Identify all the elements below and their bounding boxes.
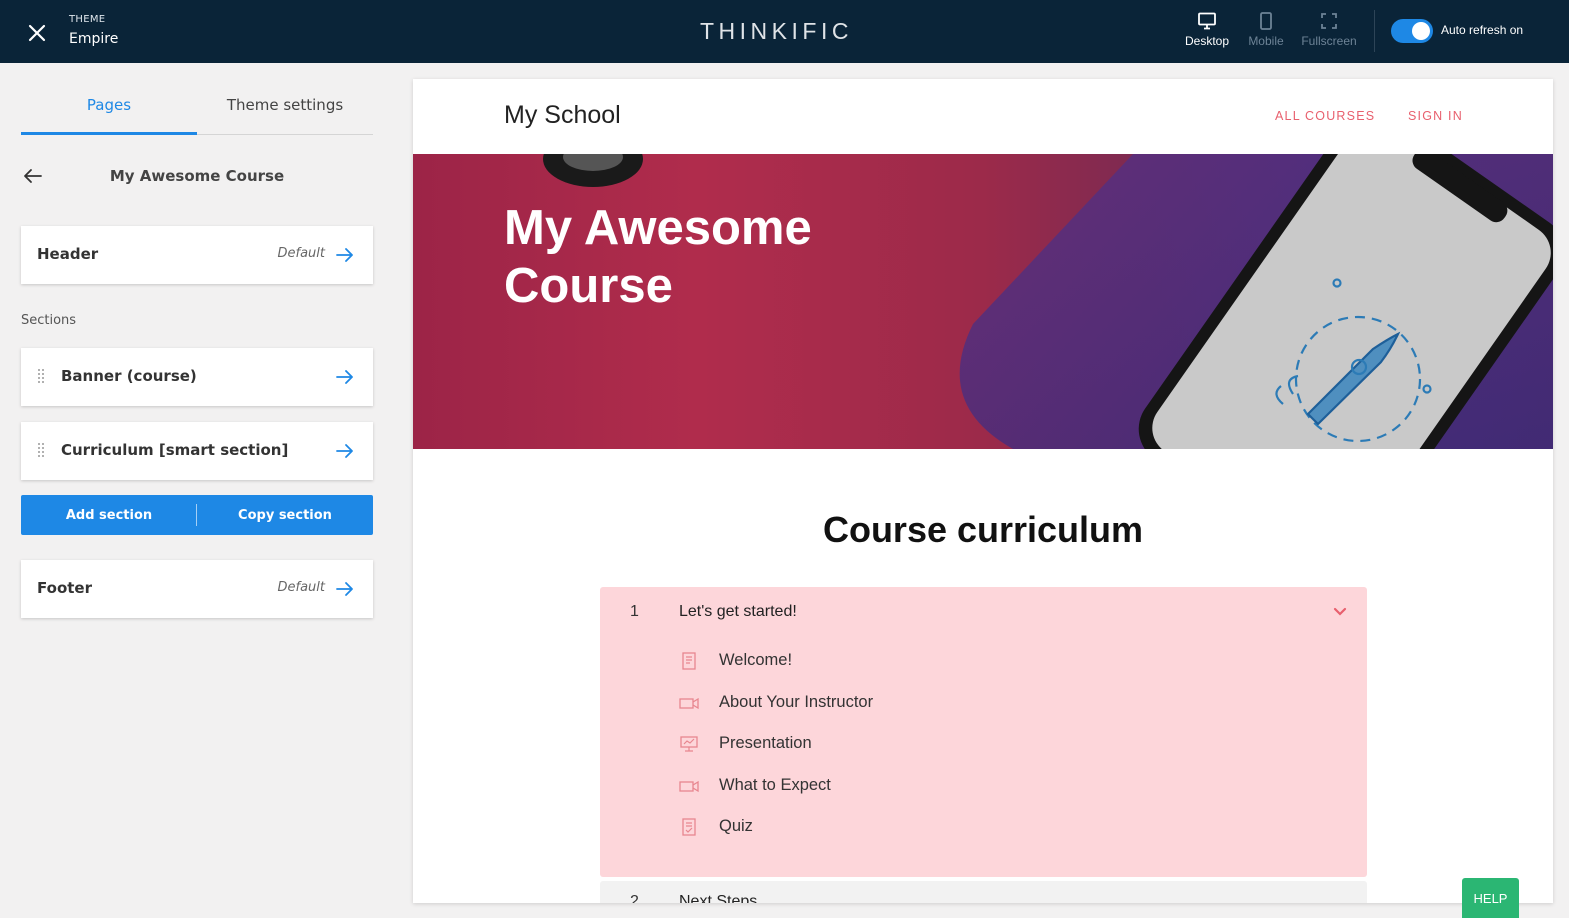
view-fullscreen-label: Fullscreen <box>1301 34 1357 48</box>
chevron-down-icon[interactable] <box>1333 607 1347 617</box>
arrow-right-icon <box>336 370 353 384</box>
lesson-item[interactable]: Welcome! <box>679 649 1279 673</box>
nav-sign-in[interactable]: SIGN IN <box>1408 109 1463 123</box>
brand-logo: THINKIFIC <box>700 18 853 44</box>
view-mobile-label: Mobile <box>1248 34 1284 48</box>
video-lesson-icon <box>679 780 699 793</box>
toggle-knob <box>1412 22 1430 40</box>
school-name[interactable]: My School <box>504 101 621 130</box>
quiz-lesson-icon <box>682 818 696 836</box>
sidebar-tabs: Pages Theme settings <box>21 83 373 135</box>
section-card-banner[interactable]: Banner (course) <box>21 348 373 406</box>
view-fullscreen-button[interactable]: Fullscreen <box>1298 12 1360 54</box>
section-card-title: Banner (course) <box>61 367 197 385</box>
copy-section-button[interactable]: Copy section <box>197 495 373 535</box>
tab-theme-settings[interactable]: Theme settings <box>197 83 373 135</box>
theme-name: Empire <box>69 31 119 47</box>
tab-pages[interactable]: Pages <box>21 83 197 135</box>
editor-sidebar: Pages Theme settings My Awesome Course H… <box>0 63 394 918</box>
theme-info: THEME Empire <box>69 14 118 47</box>
text-lesson-icon <box>682 652 696 670</box>
chapter-title: Next Steps <box>679 893 758 903</box>
banner-title: My Awesome Course <box>504 201 812 313</box>
arrow-right-icon <box>336 444 353 458</box>
nav-all-courses[interactable]: ALL COURSES <box>1275 109 1375 123</box>
lesson-title: Welcome! <box>719 651 793 669</box>
editor-topbar: THEME Empire THINKIFIC Desktop Mobile Fu… <box>0 0 1569 63</box>
fullscreen-icon <box>1321 13 1337 29</box>
page-header-row: My Awesome Course <box>21 161 373 191</box>
drag-handle-icon[interactable] <box>37 442 45 458</box>
section-card-curriculum[interactable]: Curriculum [smart section] <box>21 422 373 480</box>
arrow-left-icon <box>24 169 42 183</box>
footer-card[interactable]: Footer Default <box>21 560 373 618</box>
lesson-title: What to Expect <box>719 776 831 794</box>
lesson-item[interactable]: About Your Instructor <box>679 691 1279 715</box>
add-section-button[interactable]: Add section <box>21 495 197 535</box>
lesson-title: Quiz <box>719 817 753 835</box>
lesson-title: About Your Instructor <box>719 693 874 711</box>
lesson-title: Presentation <box>719 734 812 752</box>
chapter-number: 1 <box>630 603 639 620</box>
section-actions: Add section Copy section <box>21 495 373 535</box>
section-card-title: Curriculum [smart section] <box>61 441 289 459</box>
footer-card-default: Default <box>277 580 326 595</box>
footer-card-title: Footer <box>37 579 92 597</box>
close-editor-button[interactable] <box>22 18 52 48</box>
chapter-item[interactable]: 2 Next Steps <box>600 881 1367 903</box>
auto-refresh-label: Auto refresh on <box>1441 23 1524 37</box>
view-desktop-button[interactable]: Desktop <box>1177 12 1237 54</box>
topbar-divider <box>1374 10 1375 52</box>
back-button[interactable] <box>21 165 45 187</box>
desktop-icon <box>1198 12 1216 30</box>
mobile-icon <box>1260 12 1272 30</box>
header-card[interactable]: Header Default <box>21 226 373 284</box>
page-title: My Awesome Course <box>109 167 285 185</box>
lesson-item[interactable]: Presentation <box>679 732 1279 756</box>
view-desktop-label: Desktop <box>1184 34 1230 48</box>
chapter-number: 2 <box>630 893 639 903</box>
site-preview: My School ALL COURSES SIGN IN My Awesome… <box>413 79 1553 903</box>
help-button[interactable]: HELP <box>1462 878 1519 918</box>
sections-label: Sections <box>21 313 77 328</box>
drag-handle-icon[interactable] <box>37 368 45 384</box>
arrow-right-icon <box>336 582 353 596</box>
lesson-item[interactable]: What to Expect <box>679 774 1279 798</box>
presentation-lesson-icon <box>680 736 698 752</box>
arrow-right-icon <box>336 248 353 262</box>
header-card-default: Default <box>277 246 326 261</box>
video-lesson-icon <box>679 697 699 710</box>
header-card-title: Header <box>37 245 99 263</box>
chapter-title: Let's get started! <box>679 603 797 620</box>
lesson-item[interactable]: Quiz <box>679 815 1279 839</box>
theme-label: THEME <box>69 14 106 25</box>
chapter-item[interactable]: 1 Let's get started! Welcome! About Your… <box>600 587 1367 877</box>
curriculum-title: Course curriculum <box>822 509 1144 550</box>
view-mobile-button[interactable]: Mobile <box>1236 12 1296 54</box>
course-banner: My Awesome Course <box>413 154 1553 449</box>
auto-refresh-toggle[interactable] <box>1391 19 1433 43</box>
close-icon <box>28 24 46 42</box>
